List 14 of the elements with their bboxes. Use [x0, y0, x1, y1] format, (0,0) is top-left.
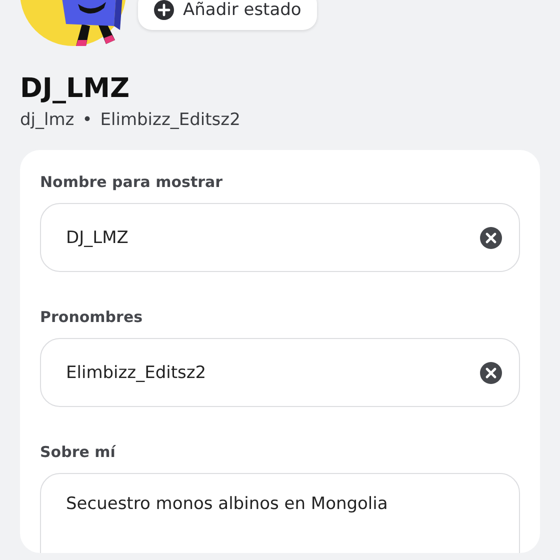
about-field[interactable]: Secuestro monos albinos en Mongolia [40, 473, 520, 553]
field-label: Pronombres [40, 307, 144, 327]
clear-icon[interactable] [480, 362, 502, 384]
username: dj_lmz [20, 110, 74, 130]
field-label: Nombre para mostrar [40, 172, 224, 192]
add-status-button[interactable]: Añadir estado [138, 0, 318, 30]
plus-icon [154, 0, 174, 20]
display-name: DJ_LMZ [20, 72, 131, 106]
clear-icon[interactable] [480, 226, 502, 248]
text-field[interactable]: DJ_LMZ [40, 203, 520, 272]
separator: • [82, 110, 92, 130]
pronouns-text: Elimbizz_Editsz2 [100, 110, 240, 130]
field-label: Sobre mí [40, 442, 117, 462]
text-field[interactable]: Elimbizz_Editsz2 [40, 338, 520, 407]
